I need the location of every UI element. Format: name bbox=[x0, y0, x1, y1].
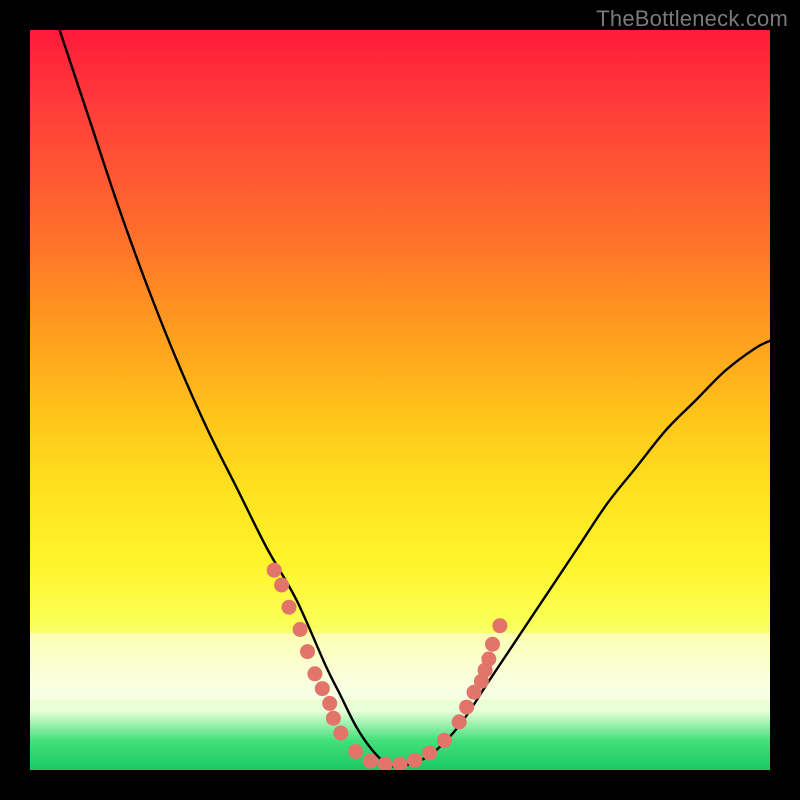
data-marker bbox=[267, 563, 282, 578]
data-marker bbox=[459, 700, 474, 715]
chart-stage: TheBottleneck.com bbox=[0, 0, 800, 800]
data-marker bbox=[293, 622, 308, 637]
data-marker bbox=[485, 637, 500, 652]
data-marker bbox=[282, 600, 297, 615]
data-marker bbox=[322, 696, 337, 711]
data-marker bbox=[333, 726, 348, 741]
data-marker bbox=[481, 652, 496, 667]
chart-svg bbox=[30, 30, 770, 770]
data-marker bbox=[422, 746, 437, 761]
data-marker bbox=[348, 744, 363, 759]
data-marker bbox=[492, 618, 507, 633]
watermark-text: TheBottleneck.com bbox=[596, 6, 788, 32]
data-marker bbox=[315, 681, 330, 696]
data-marker bbox=[307, 666, 322, 681]
data-marker bbox=[393, 757, 408, 770]
plot-area bbox=[30, 30, 770, 770]
marker-group bbox=[267, 563, 508, 770]
bottleneck-curve bbox=[60, 30, 770, 767]
data-marker bbox=[274, 578, 289, 593]
data-marker bbox=[363, 754, 378, 769]
data-marker bbox=[437, 733, 452, 748]
data-marker bbox=[452, 714, 467, 729]
data-marker bbox=[300, 644, 315, 659]
data-marker bbox=[407, 753, 422, 768]
data-marker bbox=[326, 711, 341, 726]
